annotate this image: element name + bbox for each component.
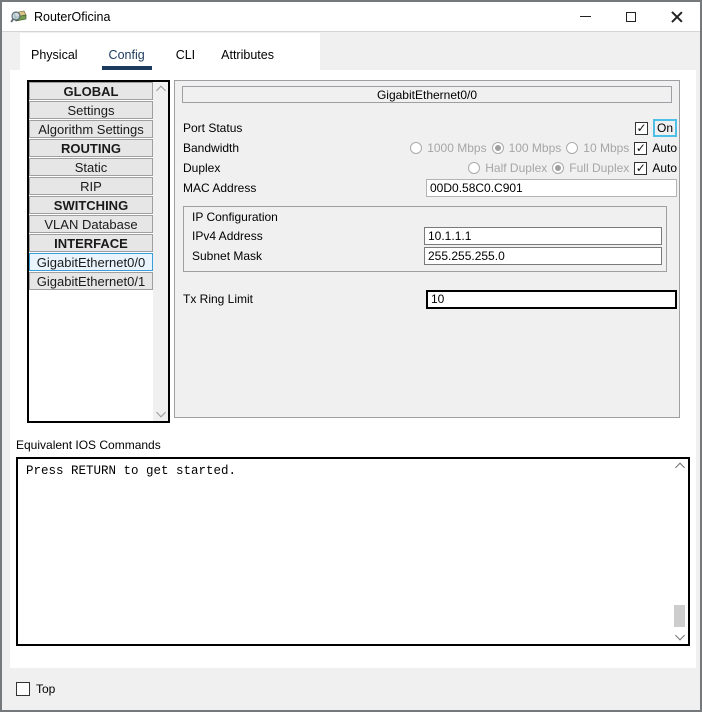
sidebar-item-static[interactable]: Static xyxy=(29,158,153,176)
half-duplex-label: Half Duplex xyxy=(485,161,547,175)
duplex-auto-checkbox[interactable] xyxy=(634,162,647,175)
subnet-mask-row: Subnet Mask xyxy=(192,246,662,265)
sidebar-header-interface[interactable]: INTERFACE xyxy=(29,234,153,252)
bandwidth-100-radio[interactable] xyxy=(492,142,504,154)
console-output: Press RETURN to get started. xyxy=(18,459,688,483)
port-status-label: Port Status xyxy=(183,121,242,135)
interface-panel-title: GigabitEthernet0/0 xyxy=(182,86,672,103)
ipv4-address-input[interactable] xyxy=(424,227,662,245)
tab-cli[interactable]: CLI xyxy=(174,39,197,70)
sidebar-header-global[interactable]: GLOBAL xyxy=(29,82,153,100)
top-checkbox[interactable] xyxy=(16,682,30,696)
window-title: RouterOficina xyxy=(34,10,110,24)
bandwidth-1000-radio[interactable] xyxy=(410,142,422,154)
close-icon xyxy=(671,11,683,23)
ip-configuration-group: IP Configuration IPv4 Address Subnet Mas… xyxy=(183,206,667,272)
minimize-icon xyxy=(580,16,591,17)
ipv4-address-row: IPv4 Address xyxy=(192,226,662,245)
maximize-icon xyxy=(626,12,636,22)
full-duplex-label: Full Duplex xyxy=(569,161,629,175)
port-status-row: Port Status On xyxy=(183,118,677,138)
duplex-label: Duplex xyxy=(183,161,220,175)
tx-ring-limit-input[interactable] xyxy=(426,290,677,309)
sidebar-item-rip[interactable]: RIP xyxy=(29,177,153,195)
tab-block: Physical Config CLI Attributes xyxy=(20,33,320,70)
subnet-mask-input[interactable] xyxy=(424,247,662,265)
top-checkbox-label: Top xyxy=(36,682,55,696)
half-duplex-radio[interactable] xyxy=(468,162,480,174)
title-bar: RouterOficina xyxy=(2,2,700,32)
console-scrollbar-thumb[interactable] xyxy=(674,605,685,627)
bandwidth-1000-label: 1000 Mbps xyxy=(427,141,486,155)
sidebar-item-gigabitethernet0-1[interactable]: GigabitEthernet0/1 xyxy=(29,272,153,290)
duplex-auto-label: Auto xyxy=(652,161,677,175)
sidebar-item-gigabitethernet0-0[interactable]: GigabitEthernet0/0 xyxy=(29,253,153,271)
interface-settings-panel: GigabitEthernet0/0 Port Status On Bandwi… xyxy=(174,80,680,418)
duplex-row: Duplex Half Duplex Full Duplex Auto xyxy=(183,158,677,178)
bandwidth-10-radio[interactable] xyxy=(566,142,578,154)
ios-commands-console[interactable]: Press RETURN to get started. xyxy=(16,457,690,646)
sidebar-item-settings[interactable]: Settings xyxy=(29,101,153,119)
sidebar-item-vlan-database[interactable]: VLAN Database xyxy=(29,215,153,233)
bandwidth-row: Bandwidth 1000 Mbps 100 Mbps 10 Mbps Aut… xyxy=(183,138,677,158)
tx-ring-limit-label: Tx Ring Limit xyxy=(183,292,253,306)
console-scroll-down-icon[interactable] xyxy=(675,631,685,641)
maximize-button[interactable] xyxy=(608,2,654,31)
mac-address-label: MAC Address xyxy=(183,181,256,195)
equivalent-ios-commands-label: Equivalent IOS Commands xyxy=(16,438,161,452)
sidebar-header-routing[interactable]: ROUTING xyxy=(29,139,153,157)
bandwidth-100-label: 100 Mbps xyxy=(509,141,562,155)
packet-tracer-device-icon xyxy=(10,8,28,26)
bandwidth-auto-label: Auto xyxy=(652,141,677,155)
config-sidebar: GLOBAL Settings Algorithm Settings ROUTI… xyxy=(27,80,170,423)
scroll-down-icon[interactable] xyxy=(156,408,166,418)
mac-address-input[interactable] xyxy=(426,179,677,197)
bandwidth-auto-checkbox[interactable] xyxy=(634,142,647,155)
bandwidth-10-label: 10 Mbps xyxy=(583,141,629,155)
console-scroll-up-icon[interactable] xyxy=(675,463,685,473)
subnet-mask-label: Subnet Mask xyxy=(192,249,262,263)
ip-configuration-title: IP Configuration xyxy=(192,209,662,225)
full-duplex-radio[interactable] xyxy=(552,162,564,174)
tx-ring-limit-row: Tx Ring Limit xyxy=(183,289,677,309)
mac-address-row: MAC Address xyxy=(183,178,677,198)
tab-attributes[interactable]: Attributes xyxy=(219,39,276,70)
config-tab-page: GLOBAL Settings Algorithm Settings ROUTI… xyxy=(10,70,696,672)
sidebar-header-switching[interactable]: SWITCHING xyxy=(29,196,153,214)
bandwidth-label: Bandwidth xyxy=(183,141,239,155)
close-button[interactable] xyxy=(654,2,700,31)
tab-config[interactable]: Config xyxy=(102,39,152,70)
sidebar-item-algorithm-settings[interactable]: Algorithm Settings xyxy=(29,120,153,138)
sidebar-button-list: GLOBAL Settings Algorithm Settings ROUTI… xyxy=(29,82,153,421)
sidebar-scrollbar[interactable] xyxy=(153,82,168,421)
ipv4-address-label: IPv4 Address xyxy=(192,229,263,243)
console-scrollbar[interactable] xyxy=(671,459,688,644)
router-config-window: RouterOficina Physical Config CLI Attrib… xyxy=(0,0,702,712)
port-status-on-label: On xyxy=(653,119,677,137)
tab-physical[interactable]: Physical xyxy=(29,39,80,70)
minimize-button[interactable] xyxy=(562,2,608,31)
scroll-up-icon[interactable] xyxy=(156,86,166,96)
tab-bar: Physical Config CLI Attributes xyxy=(2,33,700,70)
port-status-checkbox[interactable] xyxy=(635,122,648,135)
footer-bar: Top xyxy=(2,668,700,710)
